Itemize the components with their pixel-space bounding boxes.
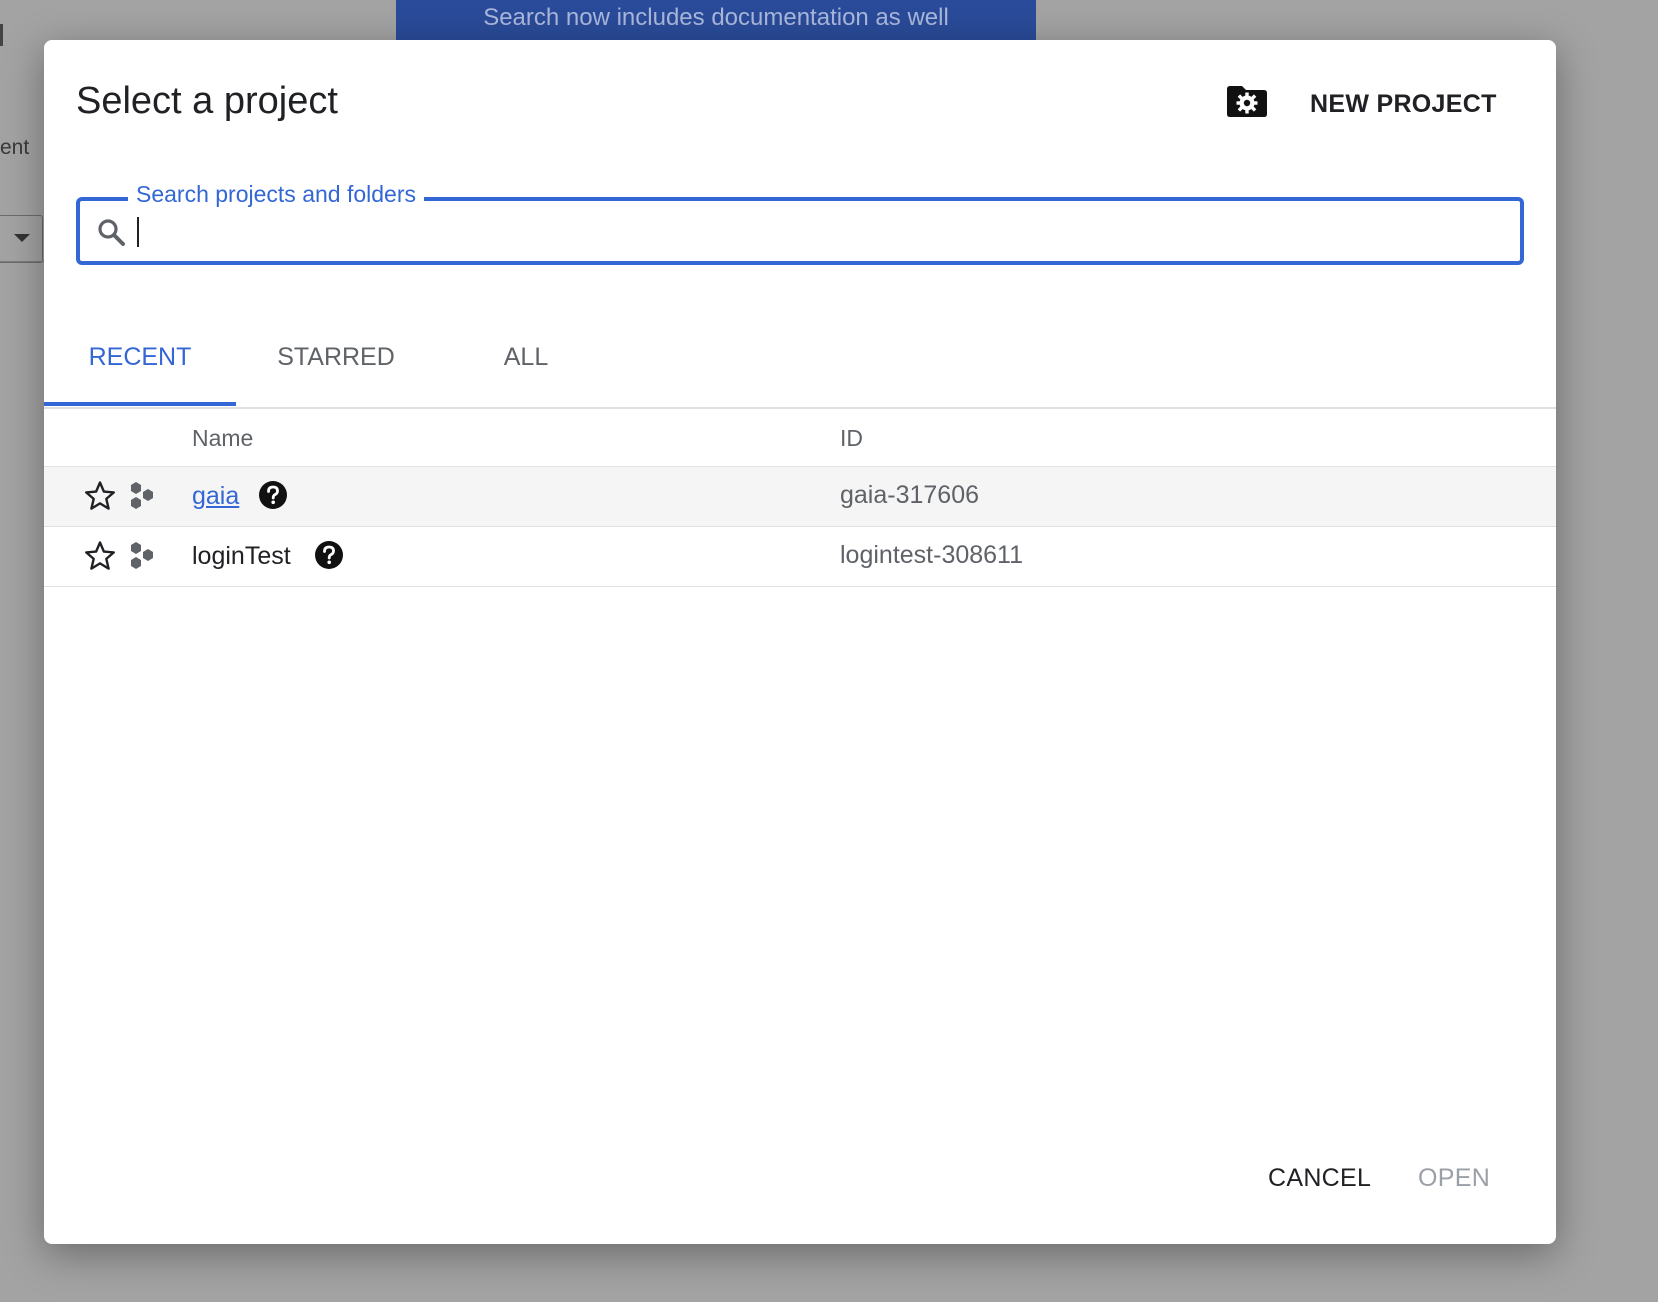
search-input[interactable] — [136, 211, 1500, 253]
tab-recent[interactable]: RECENT — [44, 315, 236, 407]
search-announcement-banner: Search now includes documentation as wel… — [396, 0, 1036, 40]
tab-all[interactable]: ALL — [436, 315, 616, 407]
star-outline-icon[interactable] — [84, 540, 116, 572]
cancel-button[interactable]: CANCEL — [1252, 1154, 1387, 1202]
column-header-id[interactable]: ID — [840, 425, 863, 452]
active-tab-indicator — [44, 402, 236, 406]
background-text-fragment: ent — [0, 136, 30, 159]
search-field-label: Search projects and folders — [128, 179, 424, 209]
table-row[interactable]: loginTest logintest-308611 — [44, 527, 1556, 587]
help-circle-icon[interactable] — [258, 480, 288, 510]
table-header: Name ID — [44, 409, 1556, 467]
text-caret — [137, 217, 139, 247]
background-divider — [0, 24, 3, 46]
open-button[interactable]: OPEN — [1402, 1154, 1506, 1202]
folder-settings-icon[interactable] — [1226, 84, 1268, 118]
help-circle-icon[interactable] — [314, 540, 344, 570]
search-field[interactable]: Search projects and folders — [76, 179, 1524, 265]
star-outline-icon[interactable] — [84, 480, 116, 512]
column-header-name[interactable]: Name — [192, 425, 253, 452]
project-id: gaia-317606 — [840, 481, 980, 509]
project-name-link[interactable]: gaia — [192, 482, 239, 511]
project-hexagons-icon — [131, 542, 153, 569]
dropdown-arrow-icon — [14, 234, 30, 242]
search-icon — [98, 219, 125, 246]
project-id: logintest-308611 — [840, 541, 1024, 569]
new-project-button[interactable]: NEW PROJECT — [1294, 84, 1513, 124]
project-name[interactable]: loginTest — [192, 542, 291, 571]
dialog-title: Select a project — [76, 80, 338, 122]
project-hexagons-icon — [131, 482, 153, 509]
project-tabs: RECENT STARRED ALL — [44, 315, 1556, 409]
tab-starred[interactable]: STARRED — [236, 315, 436, 407]
select-project-dialog: Select a project NEW PROJECT Search proj… — [44, 40, 1556, 1244]
table-row[interactable]: gaia gaia-317606 — [44, 467, 1556, 527]
background-rule — [0, 261, 44, 262]
